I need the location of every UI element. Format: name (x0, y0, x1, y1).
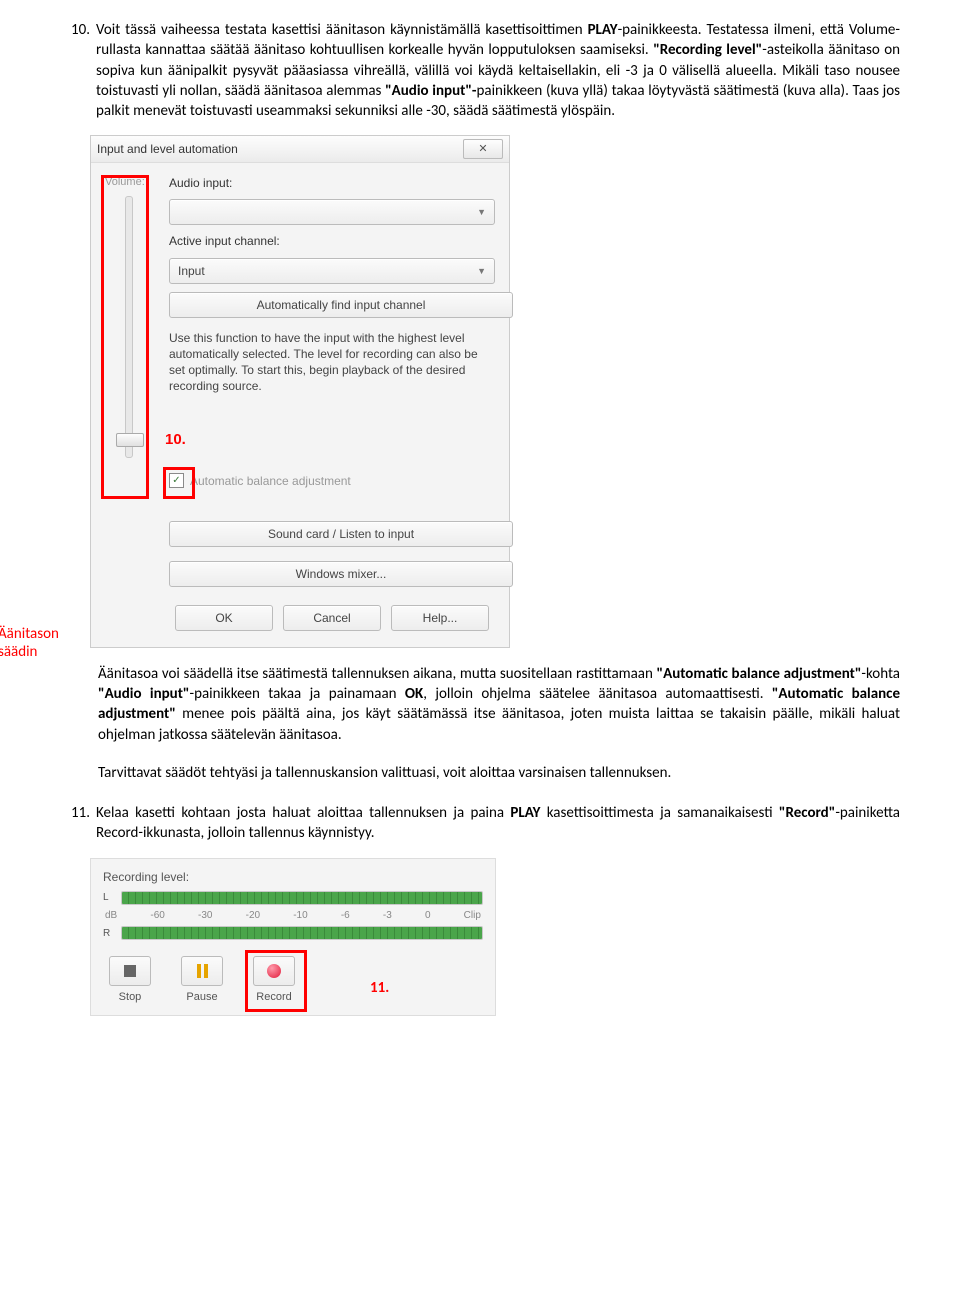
t: -60 (150, 909, 164, 923)
active-channel-combo[interactable]: Input ▼ (169, 258, 495, 284)
t: Cancel (313, 610, 350, 626)
t: -kohta (861, 665, 900, 683)
t: -10 (293, 909, 307, 923)
label-audio-input: Audio input: (169, 175, 495, 191)
pause-button[interactable]: Pause (181, 956, 223, 1005)
label-active-channel: Active input channel: (169, 233, 495, 249)
kw-record: "Record" (779, 804, 835, 822)
kw-recording-level: "Recording level" (653, 41, 762, 59)
t: menee pois päältä aina, jos käyt säätämä… (98, 705, 900, 743)
record-icon (267, 964, 281, 978)
volume-column: Volume: (105, 175, 153, 631)
t: Kelaa kasetti kohtaan josta haluat aloit… (96, 804, 510, 822)
t: säädin (0, 643, 37, 661)
meter-right (121, 926, 483, 940)
t: Pause (186, 990, 217, 1005)
paragraph-after-dialog-1: Äänitasoa voi säädellä itse säätimestä t… (98, 664, 900, 745)
dialog-titlebar: Input and level automation ✕ (91, 136, 509, 163)
db-scale: dB -60 -30 -20 -10 -6 -3 0 Clip (105, 909, 481, 923)
auto-balance-row: ✓ Automatic balance adjustment (169, 473, 495, 489)
kw-audio-input: "Audio input"- (385, 82, 476, 100)
step-11: 11. Kelaa kasetti kohtaan josta haluat a… (60, 803, 900, 844)
dialog-title: Input and level automation (97, 141, 463, 157)
t: -painikkeen takaa ja painamaan (190, 685, 405, 703)
step-text: Kelaa kasetti kohtaan josta haluat aloit… (96, 803, 900, 844)
t: Sound card / Listen to input (268, 526, 414, 542)
check-icon: ✓ (172, 474, 180, 488)
annotation-volume-control: Äänitason säädin (0, 625, 59, 661)
channel-r: R (103, 927, 117, 941)
kw-play: PLAY (588, 21, 618, 39)
channel-l: L (103, 891, 117, 905)
step-10: 10. Voit tässä vaiheessa testata kasetti… (60, 20, 900, 121)
recording-level-figure: Recording level: L dB -60 -30 -20 -10 -6… (90, 858, 496, 1017)
stop-icon (124, 965, 136, 977)
t: Windows mixer... (296, 566, 387, 582)
stop-button[interactable]: Stop (109, 956, 151, 1005)
chevron-down-icon: ▼ (477, 206, 486, 218)
t: dB (105, 909, 117, 923)
paragraph-after-dialog-2: Tarvittavat säädöt tehtyäsi ja tallennus… (98, 763, 900, 783)
close-button[interactable]: ✕ (463, 139, 503, 159)
kw-play: PLAY (510, 804, 540, 822)
t: -6 (341, 909, 350, 923)
step-text: Voit tässä vaiheessa testata kasettisi ä… (96, 20, 900, 121)
description-text: Use this function to have the input with… (169, 330, 495, 395)
t: Record (256, 990, 291, 1005)
kw-ok: OK (405, 685, 423, 703)
t: , jolloin ohjelma säätelee äänitasoa aut… (423, 685, 772, 703)
volume-label: Volume: (105, 175, 153, 190)
t: OK (215, 610, 232, 626)
annotation-number-11: 11. (370, 978, 389, 998)
t: -30 (198, 909, 212, 923)
dialog-input-level-automation: Input and level automation ✕ Volume: Aud… (90, 135, 510, 648)
t: Äänitason (0, 625, 59, 643)
kw-audio-input: "Audio input" (98, 685, 190, 703)
auto-balance-checkbox[interactable]: ✓ (169, 473, 184, 488)
annotation-number-10: 10. (165, 430, 495, 450)
combo-value: Input (178, 263, 205, 279)
windows-mixer-button[interactable]: Windows mixer... (169, 561, 513, 587)
ok-button[interactable]: OK (175, 605, 273, 631)
recording-level-label: Recording level: (103, 869, 483, 885)
step-number: 10. (60, 20, 90, 121)
audio-input-combo[interactable]: ▼ (169, 199, 495, 225)
t: Automatically find input channel (257, 297, 426, 313)
t: Help... (423, 610, 458, 626)
t: Äänitasoa voi säädellä itse säätimestä t… (98, 665, 657, 683)
checkbox-label: Automatic balance adjustment (190, 473, 351, 489)
t: kasettisoittimesta ja samanaikaisesti (540, 804, 779, 822)
t: -3 (383, 909, 392, 923)
t: 0 (425, 909, 431, 923)
t: -20 (246, 909, 260, 923)
cancel-button[interactable]: Cancel (283, 605, 381, 631)
auto-find-channel-button[interactable]: Automatically find input channel (169, 292, 513, 318)
close-icon: ✕ (478, 142, 487, 157)
meter-left (121, 891, 483, 905)
kw-auto-balance: "Automatic balance adjustment" (657, 665, 862, 683)
volume-slider[interactable] (125, 196, 133, 458)
slider-thumb-icon (116, 433, 144, 447)
record-button[interactable]: Record (253, 956, 295, 1005)
t: Voit tässä vaiheessa testata kasettisi ä… (96, 21, 588, 39)
sound-card-button[interactable]: Sound card / Listen to input (169, 521, 513, 547)
t: Stop (119, 990, 142, 1005)
t: Clip (464, 909, 481, 923)
help-button[interactable]: Help... (391, 605, 489, 631)
chevron-down-icon: ▼ (477, 265, 486, 277)
pause-icon (197, 964, 208, 978)
step-number: 11. (60, 803, 90, 844)
